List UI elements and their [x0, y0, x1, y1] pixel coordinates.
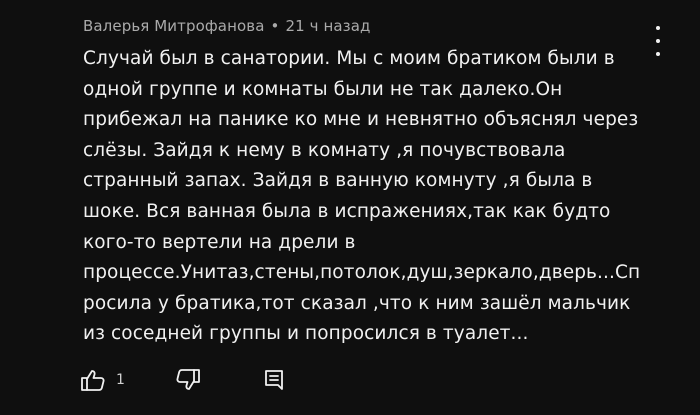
comment-time[interactable]: 21 ч назад: [285, 17, 370, 35]
comment-text-line: прибежал на панике ко мне и невнятно объ…: [83, 109, 639, 131]
comment-text-line: одной группе и комнаты были не так далек…: [83, 78, 563, 100]
like-button[interactable]: 1: [80, 368, 125, 392]
comment-text-line: странный запах. Зайдя в ванную комнуту ,…: [83, 170, 593, 192]
comment-text: Случай был в санатории. Мы с моим братик…: [83, 44, 683, 350]
thumbs-down-icon: [176, 369, 200, 390]
comment-text-line: Случай был в санатории. Мы с моим братик…: [83, 48, 615, 69]
comment: Валерья Митрофанова • 21 ч назад Случай бы…: [0, 0, 700, 415]
reply-icon: [265, 370, 283, 390]
like-count: 1: [116, 372, 125, 388]
comment-text-line: кого-то вертели на дрели в: [83, 231, 356, 253]
comment-text-line: росила у братика,тот сказал ,что к ним з…: [83, 292, 631, 314]
comment-header: Валерья Митрофанова • 21 ч назад: [83, 17, 371, 35]
comment-text-line: процессе.Унитаз,стены,потолок,душ,зеркал…: [83, 262, 641, 284]
comment-actions: 1: [80, 368, 340, 404]
comment-text-line: шоке. Вся ванная была в испражениях,так …: [83, 200, 611, 222]
comment-text-line: из соседней группы и попросился в туалет…: [83, 323, 529, 345]
separator-dot: •: [270, 17, 280, 35]
comment-text-line: слёзы. Зайдя к нему в комнату ,я почувст…: [83, 139, 566, 161]
thumbs-up-icon: [81, 370, 105, 391]
reply-button[interactable]: [262, 368, 286, 392]
dislike-button[interactable]: [175, 368, 201, 392]
author-name[interactable]: Валерья Митрофанова: [83, 17, 265, 35]
